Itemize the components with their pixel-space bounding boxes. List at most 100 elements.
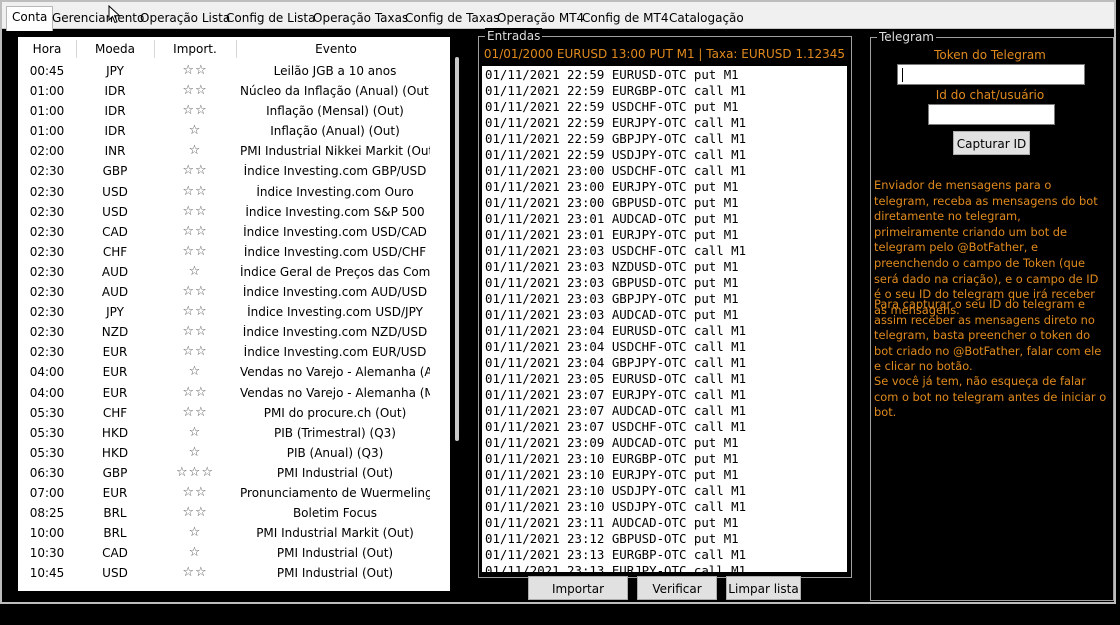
calendar-row[interactable]: 02:30 GBP ☆☆ Índice Investing.com GBP/USD xyxy=(18,161,450,181)
calendar-row[interactable]: 05:30 CHF ☆☆ PMI do procure.ch (Out) xyxy=(18,403,450,423)
calendar-row[interactable]: 02:30 EUR ☆☆ Índice Investing.com EUR/USD xyxy=(18,342,450,362)
evento-cell: Índice Investing.com GBP/USD xyxy=(243,164,427,179)
importance-stars-icon: ☆ xyxy=(188,444,202,460)
calendar-row[interactable]: 02:30 NZD ☆☆ Índice Investing.com NZD/USD xyxy=(18,322,450,342)
tab-catalogacao[interactable]: Catalogação xyxy=(669,10,744,26)
entrada-line[interactable]: 01/11/2021 23:11 AUDCAD-OTC put M1 xyxy=(485,515,845,531)
calendar-row[interactable]: 02:30 CHF ☆☆ Índice Investing.com USD/CHF xyxy=(18,242,450,262)
entrada-line[interactable]: 01/11/2021 22:59 GBPJPY-OTC call M1 xyxy=(485,131,845,147)
entrada-line[interactable]: 01/11/2021 22:59 USDCHF-OTC put M1 xyxy=(485,99,845,115)
calendar-row[interactable]: 02:30 CAD ☆☆ Índice Investing.com USD/CAD xyxy=(18,222,450,242)
hora-cell: 02:30 xyxy=(29,164,65,179)
moeda-cell: BRL xyxy=(103,526,127,541)
entrada-line[interactable]: 01/11/2021 23:00 USDCHF-OTC call M1 xyxy=(485,163,845,179)
entrada-line[interactable]: 01/11/2021 23:00 EURJPY-OTC put M1 xyxy=(485,179,845,195)
entrada-line[interactable]: 01/11/2021 22:59 USDJPY-OTC call M1 xyxy=(485,147,845,163)
importance-stars-icon: ☆☆ xyxy=(182,203,208,219)
entrada-line[interactable]: 01/11/2021 23:03 AUDCAD-OTC put M1 xyxy=(485,307,845,323)
entrada-line[interactable]: 01/11/2021 23:03 USDCHF-OTC call M1 xyxy=(485,243,845,259)
tab-operacao-taxas[interactable]: Operação Taxas xyxy=(313,10,408,26)
tab-operacao-mt4[interactable]: Operação MT4 xyxy=(497,10,584,26)
entrada-line[interactable]: 01/11/2021 23:04 USDCHF-OTC call M1 xyxy=(485,339,845,355)
calendar-row[interactable]: 02:00 INR ☆ PMI Industrial Nikkei Markit (O… xyxy=(18,141,450,161)
importance-stars-icon: ☆☆ xyxy=(182,83,208,99)
calendar-row[interactable]: 07:00 EUR ☆☆ Pronunciamento de Wuermeling, … xyxy=(18,483,450,503)
entrada-line[interactable]: 01/11/2021 23:13 EURGBP-OTC call M1 xyxy=(485,547,845,563)
entrada-line[interactable]: 01/11/2021 23:04 EURUSD-OTC call M1 xyxy=(485,323,845,339)
tab-gerenciamento[interactable]: Gerenciamento xyxy=(52,10,144,26)
entrada-line[interactable]: 01/11/2021 22:59 EURGBP-OTC call M1 xyxy=(485,83,845,99)
calendar-row[interactable]: 00:45 JPY ☆☆ Leilão JGB a 10 anos xyxy=(18,61,450,81)
entrada-line[interactable]: 01/11/2021 23:07 AUDCAD-OTC call M1 xyxy=(485,403,845,419)
calendar-row[interactable]: 02:30 AUD ☆ Índice Geral de Preços das Comm… xyxy=(18,262,450,282)
entrada-line[interactable]: 01/11/2021 23:13 EURJPY-OTC call M1 xyxy=(485,563,845,572)
calendar-row[interactable]: 01:00 IDR ☆ Inflação (Anual) (Out) xyxy=(18,121,450,141)
entrada-line[interactable]: 01/11/2021 23:03 NZDUSD-OTC put M1 xyxy=(485,259,845,275)
tab-config-de-lista[interactable]: Config de Lista xyxy=(226,10,315,26)
entrada-line[interactable]: 01/11/2021 23:01 EURJPY-OTC put M1 xyxy=(485,227,845,243)
calendar-row[interactable]: 10:30 CAD ☆ PMI Industrial (Out) xyxy=(18,543,450,563)
column-header-evento[interactable]: Evento xyxy=(236,42,436,56)
calendar-row[interactable]: 05:30 HKD ☆ PIB (Trimestral) (Q3) xyxy=(18,423,450,443)
importance-stars-icon: ☆☆ xyxy=(182,404,208,420)
entrada-line[interactable]: 01/11/2021 23:03 GBPJPY-OTC put M1 xyxy=(485,291,845,307)
entrada-line[interactable]: 01/11/2021 23:09 AUDCAD-OTC put M1 xyxy=(485,435,845,451)
importance-stars-icon: ☆☆ xyxy=(182,103,208,119)
entrada-line[interactable]: 01/11/2021 23:10 USDJPY-OTC call M1 xyxy=(485,499,845,515)
hora-cell: 05:30 xyxy=(29,425,65,440)
calendar-row[interactable]: 10:45 USD ☆☆ PMI Industrial (Out) xyxy=(18,563,450,583)
hora-cell: 08:25 xyxy=(29,506,65,521)
capturar-id-button[interactable]: Capturar ID xyxy=(953,131,1030,155)
entrada-line[interactable]: 01/11/2021 23:10 EURGBP-OTC put M1 xyxy=(485,451,845,467)
entrada-line[interactable]: 01/11/2021 23:00 GBPUSD-OTC put M1 xyxy=(485,195,845,211)
tab-operacao-lista[interactable]: Operação Lista xyxy=(140,10,230,26)
entrada-line[interactable]: 01/11/2021 23:04 GBPJPY-OTC call M1 xyxy=(485,355,845,371)
token-input[interactable] xyxy=(897,64,1085,85)
column-header-hora[interactable]: Hora xyxy=(18,42,76,56)
calendar-row[interactable]: 06:30 GBP ☆☆☆ PMI Industrial (Out) xyxy=(18,463,450,483)
calendar-row[interactable]: 04:00 EUR ☆ Vendas no Varejo - Alemanha (An… xyxy=(18,362,450,382)
calendar-row[interactable]: 01:00 IDR ☆☆ Inflação (Mensal) (Out) xyxy=(18,101,450,121)
column-header-moeda[interactable]: Moeda xyxy=(76,42,154,56)
column-header-importancia[interactable]: Import. xyxy=(154,42,236,56)
chat-id-input[interactable] xyxy=(928,104,1055,125)
entradas-list[interactable]: 01/01/2000 EURUSD 13:00 PUT M1 | Taxa: E… xyxy=(482,40,847,572)
calendar-row[interactable]: 02:30 JPY ☆☆ Índice Investing.com USD/JPY xyxy=(18,302,450,322)
entrada-line[interactable]: 01/11/2021 23:07 EURJPY-OTC call M1 xyxy=(485,387,845,403)
moeda-cell: IDR xyxy=(104,104,126,119)
entrada-line[interactable]: 01/11/2021 23:10 USDJPY-OTC call M1 xyxy=(485,483,845,499)
verificar-lista-button[interactable]: Verificar lista xyxy=(637,576,717,620)
entrada-line[interactable]: 01/11/2021 22:59 EURJPY-OTC call M1 xyxy=(485,115,845,131)
hora-cell: 06:30 xyxy=(29,465,65,480)
calendar-row[interactable]: 08:25 BRL ☆☆ Boletim Focus xyxy=(18,503,450,523)
evento-cell: Núcleo da Inflação (Anual) (Out) xyxy=(240,84,430,99)
entrada-line[interactable]: 01/11/2021 23:07 USDCHF-OTC call M1 xyxy=(485,419,845,435)
entrada-line[interactable]: 01/11/2021 23:12 GBPUSD-OTC put M1 xyxy=(485,531,845,547)
entrada-line[interactable]: 01/11/2021 23:05 EURUSD-OTC call M1 xyxy=(485,371,845,387)
evento-cell: Pronunciamento de Wuermeling, c xyxy=(240,485,430,500)
calendar-scrollbar[interactable] xyxy=(455,57,459,441)
evento-cell: PIB (Trimestral) (Q3) xyxy=(274,425,396,440)
calendar-row[interactable]: 02:30 AUD ☆☆ Índice Investing.com AUD/USD xyxy=(18,282,450,302)
calendar-row[interactable]: 01:00 IDR ☆☆ Núcleo da Inflação (Anual) (Ou… xyxy=(18,81,450,101)
calendar-row[interactable]: 04:00 EUR ☆☆ Vendas no Varejo - Alemanha (M… xyxy=(18,383,450,403)
evento-cell: Vendas no Varejo - Alemanha (Anu xyxy=(240,365,430,380)
calendar-row[interactable]: 02:30 USD ☆☆ Índice Investing.com S&P 500 xyxy=(18,202,450,222)
hora-cell: 04:00 xyxy=(29,385,65,400)
entrada-line[interactable]: 01/11/2021 22:59 EURUSD-OTC put M1 xyxy=(485,67,845,83)
importar-arquivo-button[interactable]: Importar arquivo xyxy=(528,576,628,620)
calendar-row[interactable]: 02:30 USD ☆☆ Índice Investing.com Ouro xyxy=(18,182,450,202)
tab-config-de-taxas[interactable]: Config de Taxas xyxy=(405,10,500,26)
calendar-rows: 00:45 JPY ☆☆ Leilão JGB a 10 anos 01:00 IDR ☆☆… xyxy=(18,61,450,583)
tab-conta[interactable]: Conta xyxy=(6,6,54,31)
entrada-line[interactable]: 01/11/2021 23:10 EURJPY-OTC put M1 xyxy=(485,467,845,483)
calendar-row[interactable]: 05:30 HKD ☆ PIB (Anual) (Q3) xyxy=(18,443,450,463)
economic-calendar-list[interactable]: Hora Moeda Import. Evento 00:45 JPY ☆☆ Leil… xyxy=(18,37,459,591)
limpar-lista-button[interactable]: Limpar lista xyxy=(726,576,801,600)
entrada-line[interactable]: 01/11/2021 23:01 AUDCAD-OTC put M1 xyxy=(485,211,845,227)
entrada-line[interactable]: 01/11/2021 23:03 GBPUSD-OTC put M1 xyxy=(485,275,845,291)
evento-cell: Vendas no Varejo - Alemanha (Mer xyxy=(240,385,430,400)
tab-config-de-mt4[interactable]: Config de MT4 xyxy=(582,10,668,26)
evento-cell: Índice Investing.com Ouro xyxy=(256,184,414,199)
calendar-row[interactable]: 10:00 BRL ☆ PMI Industrial Markit (Out) xyxy=(18,523,450,543)
